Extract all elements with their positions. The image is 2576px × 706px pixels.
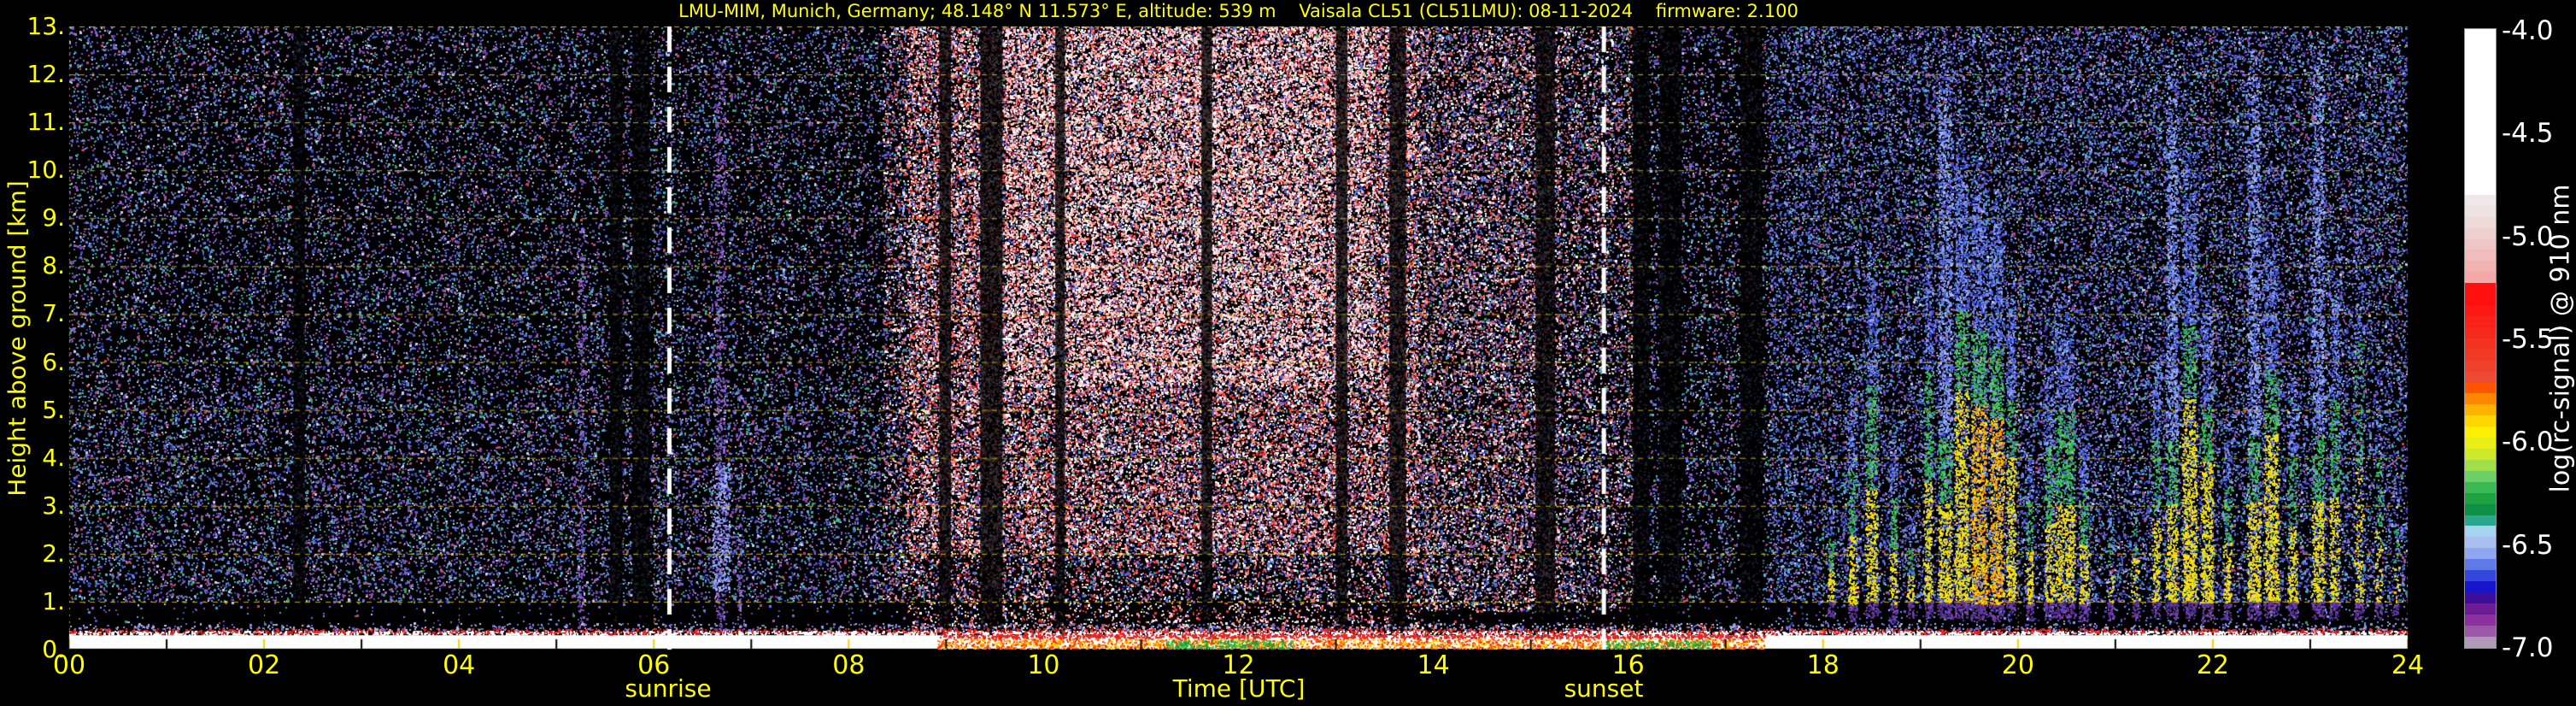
colorbar-segment — [2465, 162, 2496, 173]
colorbar-tick-label: -4.0 — [2502, 15, 2554, 46]
colorbar-segment — [2465, 117, 2496, 129]
colorbar-segment — [2465, 459, 2496, 471]
colorbar-tick-label: -4.5 — [2502, 118, 2554, 150]
colorbar-segment — [2465, 492, 2496, 504]
colorbar-segment — [2465, 62, 2496, 74]
colorbar-segment — [2465, 438, 2496, 450]
colorbar-segment — [2465, 238, 2496, 250]
colorbar-segment — [2465, 183, 2496, 195]
colorbar-segment — [2465, 272, 2496, 284]
y-tick-label: 9. — [42, 203, 65, 232]
colorbar-segment — [2465, 382, 2496, 394]
x-tick-label: 02 — [247, 650, 281, 680]
colorbar-segment — [2465, 95, 2496, 107]
y-tick-label: 7. — [42, 299, 65, 328]
colorbar-segment — [2465, 371, 2496, 383]
colorbar-segment — [2465, 139, 2496, 151]
x-tick-label: 10 — [1027, 650, 1060, 680]
colorbar-segment — [2465, 548, 2496, 560]
colorbar-segment — [2465, 128, 2496, 140]
colorbar-tick-label: -7.0 — [2502, 632, 2554, 663]
colorbar-segment — [2465, 261, 2496, 273]
colorbar-segment — [2465, 349, 2496, 361]
colorbar-segment — [2465, 470, 2496, 482]
colorbar-segment — [2465, 338, 2496, 350]
colorbar-segment — [2465, 29, 2496, 40]
colorbar-segment — [2465, 393, 2496, 405]
colorbar-segment — [2465, 39, 2496, 51]
y-tick-label: 10. — [26, 156, 65, 185]
x-tick-label: 12 — [1222, 650, 1255, 680]
colorbar-segment — [2465, 581, 2496, 593]
colorbar-segment — [2465, 305, 2496, 316]
colorbar-segment — [2465, 216, 2496, 228]
colorbar-tick-label: -6.5 — [2502, 529, 2554, 561]
colorbar-segment — [2465, 283, 2496, 295]
x-tick-label: 24 — [2391, 650, 2425, 680]
colorbar-segment — [2465, 526, 2496, 538]
colorbar-segment — [2465, 636, 2496, 648]
colorbar-segment — [2465, 427, 2496, 438]
colorbar-label: log(rc-signal) @ 910 nm — [2545, 184, 2576, 493]
colorbar-segment — [2465, 205, 2496, 217]
colorbar-segment — [2465, 84, 2496, 96]
colorbar-segment — [2465, 570, 2496, 582]
colorbar-segment — [2465, 415, 2496, 427]
colorbar-segment — [2465, 592, 2496, 603]
colorbar-segment — [2465, 625, 2496, 637]
x-tick-label: 06 — [637, 650, 671, 680]
x-tick-label: 00 — [52, 650, 86, 680]
colorbar-segment — [2465, 294, 2496, 306]
x-tick-label: 04 — [443, 650, 476, 680]
colorbar-segment — [2465, 404, 2496, 416]
colorbar-segment — [2465, 559, 2496, 571]
colorbar-segment — [2465, 250, 2496, 262]
x-tick-label: 22 — [2196, 650, 2229, 680]
colorbar-segment — [2465, 172, 2496, 184]
colorbar-segment — [2465, 315, 2496, 327]
y-tick-label: 4. — [42, 443, 65, 472]
colorbar-segment — [2465, 150, 2496, 162]
x-tick-label: 18 — [1806, 650, 1840, 680]
colorbar-segment — [2465, 503, 2496, 515]
plot-title: LMU-MIM, Munich, Germany; 48.148° N 11.5… — [678, 1, 1799, 21]
colorbar-segment — [2465, 537, 2496, 549]
colorbar-segment — [2465, 360, 2496, 372]
colorbar-segment — [2465, 50, 2496, 62]
colorbar-segment — [2465, 603, 2496, 615]
x-tick-label: 14 — [1417, 650, 1450, 680]
y-tick-label: 13. — [26, 12, 65, 40]
x-tick-label: 16 — [1611, 650, 1645, 680]
x-tick-label: 20 — [2001, 650, 2034, 680]
colorbar-segment — [2465, 481, 2496, 493]
y-tick-label: 11. — [26, 108, 65, 137]
colorbar-segment — [2465, 194, 2496, 206]
colorbar-segment — [2465, 449, 2496, 460]
y-tick-label: 12. — [26, 60, 65, 89]
x-tick-label: 08 — [832, 650, 866, 680]
colorbar — [2464, 28, 2497, 649]
colorbar-segment — [2465, 227, 2496, 239]
y-tick-label: 2. — [42, 538, 65, 568]
backscatter-heatmap-canvas — [0, 0, 2576, 706]
colorbar-segment — [2465, 106, 2496, 118]
y-tick-label: 5. — [42, 395, 65, 424]
colorbar-segment — [2465, 614, 2496, 626]
ceilometer-quicklook: LMU-MIM, Munich, Germany; 48.148° N 11.5… — [0, 0, 2576, 706]
y-tick-label: 8. — [42, 251, 65, 280]
colorbar-segment — [2465, 515, 2496, 527]
y-tick-label: 3. — [42, 491, 65, 520]
y-tick-label: 1. — [42, 586, 65, 615]
colorbar-segment — [2465, 73, 2496, 85]
y-tick-label: 6. — [42, 347, 65, 376]
colorbar-segment — [2465, 327, 2496, 338]
